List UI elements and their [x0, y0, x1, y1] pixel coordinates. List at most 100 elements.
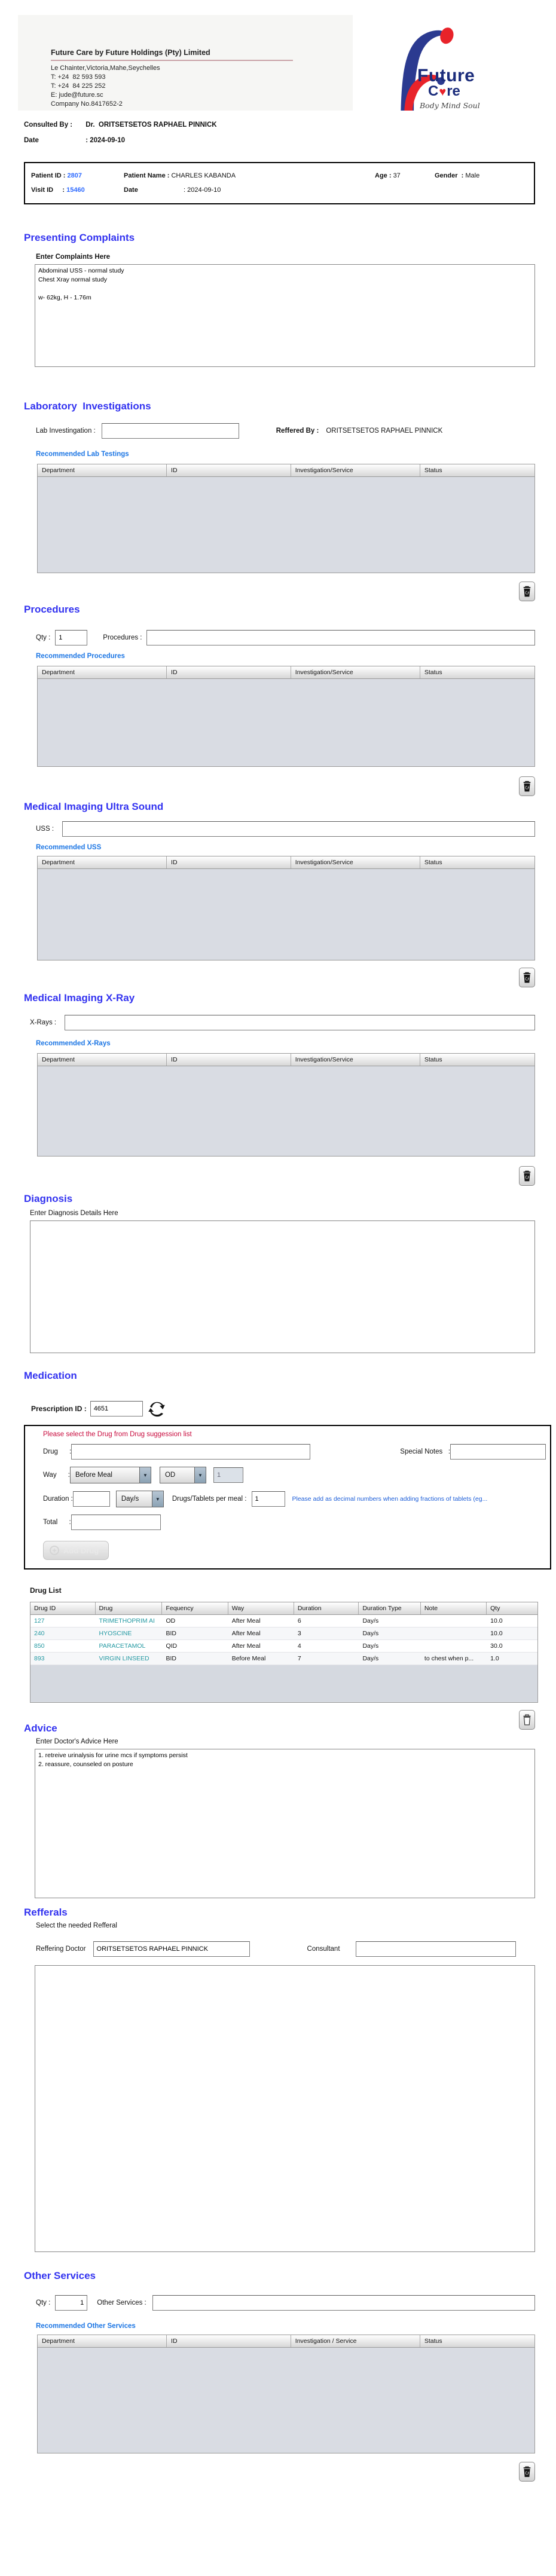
other-services-input[interactable]	[152, 2295, 535, 2311]
prescription-id-input[interactable]	[90, 1401, 143, 1417]
prescription-page: Future Care by Future Holdings (Pty) Lim…	[0, 15, 556, 2499]
drug-list-empty-area[interactable]	[30, 1665, 537, 1702]
frequency-select[interactable]: OD ▼	[159, 1467, 206, 1483]
consultant-label: Consultant	[307, 1945, 340, 1953]
section-title-diagnosis: Diagnosis	[24, 1193, 73, 1204]
advice-textarea[interactable]: 1. retreive urinalysis for urine mcs if …	[35, 1749, 535, 1898]
other-services-qty-input[interactable]	[55, 2295, 88, 2311]
column-department: Department	[38, 1054, 167, 1066]
diagnosis-textarea[interactable]	[30, 1220, 535, 1353]
column-note: Note	[420, 1602, 487, 1614]
lab-delete-button[interactable]	[519, 582, 535, 601]
title-rule	[51, 60, 293, 61]
column-way: Way	[228, 1602, 294, 1614]
company-number: Company No.8417652-2	[51, 100, 123, 108]
prescription-id-row: Prescription ID :	[31, 1400, 556, 1418]
column-id: ID	[167, 2335, 291, 2347]
duration-label: Duration :	[43, 1495, 73, 1503]
trash-icon	[523, 972, 531, 983]
futurecare-logo: Future C♥re Body Mind Soul	[353, 15, 556, 111]
complaints-textarea[interactable]: Abdominal USS - normal study Chest Xray …	[35, 264, 535, 367]
column-qty: Qty	[487, 1602, 537, 1614]
gender-value: Male	[465, 172, 480, 179]
referred-by-value: ORITSETSETOS RAPHAEL PINNICK	[326, 427, 443, 435]
consult-date-line: Date : 2024-09-10	[24, 137, 556, 144]
lab-investigation-input[interactable]	[101, 423, 239, 439]
column-department: Department	[38, 856, 167, 868]
duration-input[interactable]	[72, 1491, 110, 1507]
duration-unit-select[interactable]: Day/s ▼	[115, 1491, 164, 1507]
times-per-day-input	[213, 1467, 243, 1483]
column-drug-id: Drug ID	[30, 1602, 96, 1614]
uss-table-body[interactable]	[38, 869, 534, 960]
add-drug-button[interactable]: + Add Drug	[43, 1541, 109, 1560]
add-drug-label: Add Drug	[63, 1546, 99, 1555]
heart-icon: ♥	[439, 85, 447, 99]
column-status: Status	[420, 464, 534, 476]
lab-field-row: Lab Investingation : Reffered By : ORITS…	[36, 423, 535, 439]
section-title-ultrasound: Medical Imaging Ultra Sound	[24, 801, 164, 812]
duration-row: Duration : Day/s ▼ Drugs/Tablets per mea…	[43, 1491, 550, 1507]
drug-input[interactable]	[71, 1444, 311, 1460]
company-info: Future Care by Future Holdings (Pty) Lim…	[18, 15, 305, 111]
other-services-table-body[interactable]	[38, 2348, 534, 2453]
drug-list-title: Drug List	[30, 1586, 62, 1595]
xray-table-body[interactable]	[38, 1066, 534, 1156]
medication-entry-box: Please select the Drug from Drug suggess…	[24, 1425, 551, 1570]
referrals-subtitle: Select the needed Refferal	[36, 1922, 117, 1929]
trash-icon	[523, 1170, 531, 1182]
referring-doctor-label: Reffering Doctor	[36, 1945, 86, 1953]
column-status: Status	[420, 1054, 534, 1066]
consulted-by-value: Dr. ORITSETSETOS RAPHAEL PINNICK	[85, 121, 217, 129]
drug-list-header: Drug ID Drug Fequency Way Duration Durat…	[30, 1602, 537, 1615]
trash-icon	[523, 2466, 531, 2477]
uss-label: USS :	[36, 825, 54, 833]
other-services-delete-button[interactable]	[519, 2462, 535, 2482]
company-email: E: jude@future.sc	[51, 91, 103, 99]
company-title: Future Care by Future Holdings (Pty) Lim…	[51, 48, 210, 57]
prescription-id-label: Prescription ID :	[31, 1405, 87, 1413]
procedures-qty-input[interactable]	[55, 630, 88, 645]
way-select[interactable]: Before Meal ▼	[69, 1467, 151, 1483]
drug-row-127[interactable]: 127 TRIMETHOPRIM AI OD After Meal 6 Day/…	[30, 1615, 537, 1627]
drug-row-850[interactable]: 850 PARACETAMOL QID After Meal 4 Day/s 3…	[30, 1640, 537, 1653]
recommended-other-services-label: Recommended Other Services	[36, 2323, 136, 2330]
age-label: Age :	[375, 172, 393, 179]
xray-field-row: X-Rays :	[30, 1015, 535, 1030]
section-title-procedures: Procedures	[24, 604, 80, 615]
lab-table-body[interactable]	[38, 477, 534, 573]
uss-table: Department ID Investigation/Service Stat…	[37, 856, 535, 960]
per-meal-label: Drugs/Tablets per meal :	[172, 1495, 247, 1503]
xray-input[interactable]	[65, 1015, 535, 1030]
special-notes-input[interactable]	[450, 1444, 546, 1460]
column-id: ID	[167, 856, 291, 868]
drug-row-240[interactable]: 240 HYOSCINE BID After Meal 3 Day/s 10.0	[30, 1627, 537, 1640]
advice-delete-button[interactable]	[519, 1710, 535, 1730]
referral-listbox[interactable]	[35, 1965, 535, 2252]
column-duration-type: Duration Type	[359, 1602, 421, 1614]
diagnosis-label: Enter Diagnosis Details Here	[30, 1210, 118, 1217]
chevron-down-icon: ▼	[151, 1491, 163, 1507]
total-row: Total :	[43, 1515, 550, 1530]
procedures-delete-button[interactable]	[519, 776, 535, 796]
lab-testings-table: Department ID Investigation/Service Stat…	[37, 464, 535, 573]
procedures-table-body[interactable]	[38, 679, 534, 766]
total-input[interactable]	[71, 1515, 161, 1530]
refresh-icon	[148, 1402, 165, 1417]
procedures-input[interactable]	[146, 630, 535, 645]
drug-suggestion-warning: Please select the Drug from Drug suggess…	[43, 1431, 192, 1438]
per-meal-input[interactable]	[251, 1491, 285, 1507]
uss-delete-button[interactable]	[519, 968, 535, 987]
column-service: Investigation/Service	[291, 1054, 420, 1066]
other-services-field-row: Qty : Other Services :	[36, 2295, 535, 2311]
section-title-presenting-complaints: Presenting Complaints	[24, 232, 135, 243]
refresh-prescription-button[interactable]	[148, 1400, 166, 1418]
drug-label: Drug :	[43, 1448, 72, 1455]
procedures-qty-label: Qty :	[36, 634, 51, 641]
column-status: Status	[420, 666, 534, 678]
referring-doctor-input[interactable]	[93, 1941, 250, 1957]
drug-row-893[interactable]: 893 VIRGIN LINSEED BID Before Meal 7 Day…	[30, 1653, 537, 1665]
xray-delete-button[interactable]	[519, 1166, 535, 1186]
uss-input[interactable]	[62, 821, 535, 837]
consultant-input[interactable]	[355, 1941, 516, 1957]
